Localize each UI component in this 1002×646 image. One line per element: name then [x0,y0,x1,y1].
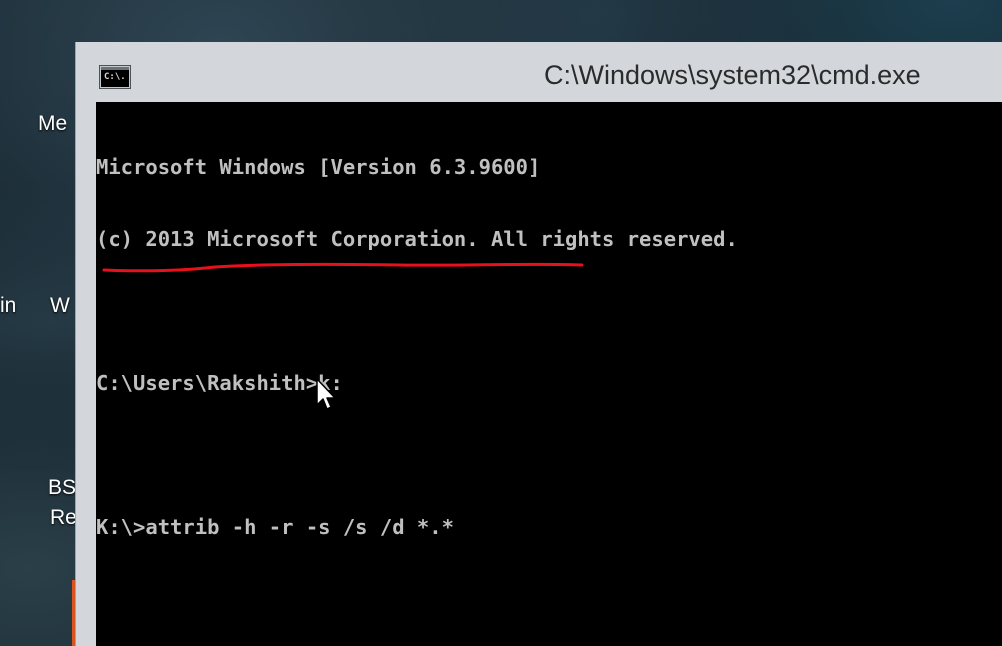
cmd-window[interactable]: C:\. C:\Windows\system32\cmd.exe Microso… [76,42,1002,646]
console-line-blank-1 [96,299,738,323]
console-line-version: Microsoft Windows [Version 6.3.9600] [96,155,541,179]
console-line-attrib-command: K:\>attrib -h -r -s /s /d *.* [96,515,454,539]
desktop-icon-label-in[interactable]: in [0,292,16,320]
cmd-app-icon[interactable]: C:\. [100,66,130,88]
desktop-icon-label-re[interactable]: Re [50,504,77,532]
mouse-pointer-icon [316,378,336,410]
desktop-icon-label-bs[interactable]: BS [48,474,76,502]
window-title: C:\Windows\system32\cmd.exe [544,60,921,90]
desktop-icon-label-w[interactable]: W [50,292,70,320]
window-titlebar[interactable]: C:\. C:\Windows\system32\cmd.exe [76,42,1002,102]
console-area[interactable]: Microsoft Windows [Version 6.3.9600] (c)… [96,102,1002,646]
cmd-app-icon-text: C:\. [104,72,126,82]
console-line-blank-2 [96,443,738,467]
desktop-icon-label-me[interactable]: Me [38,110,67,138]
console-output: Microsoft Windows [Version 6.3.9600] (c)… [96,107,738,587]
console-line-drive-change: C:\Users\Rakshith>k: [96,371,343,395]
console-line-copyright: (c) 2013 Microsoft Corporation. All righ… [96,227,738,251]
